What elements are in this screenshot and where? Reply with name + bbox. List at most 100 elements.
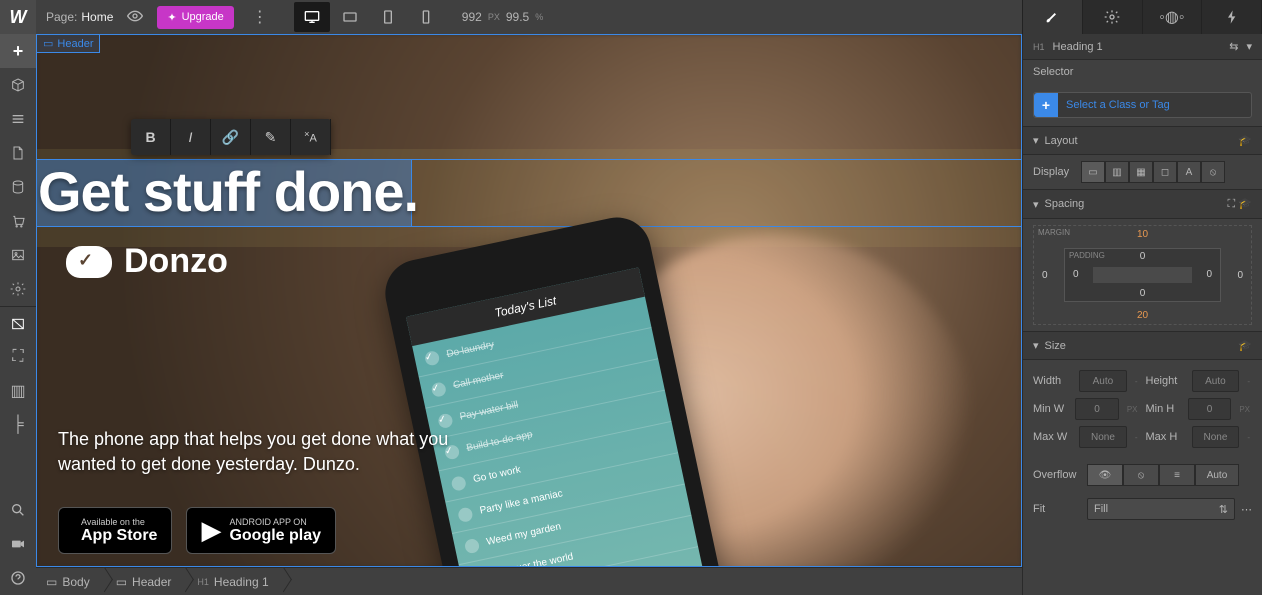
canvas-zoom[interactable]: 99.5 [506,10,529,24]
minh-input[interactable]: 0 [1188,398,1232,420]
text-format-toolbar: B I 🔗 ✎ ×A [131,119,331,155]
display-inline-block[interactable]: ◻ [1153,161,1177,183]
hero-subtitle[interactable]: The phone app that helps you get done wh… [58,427,458,477]
section-label[interactable]: ▭Header [36,34,100,53]
selector-label: Selector [1023,60,1262,84]
navigator-icon[interactable] [0,306,36,340]
overflow-auto[interactable]: Auto [1195,464,1239,486]
hero-heading[interactable]: Get stuff done. [38,159,418,224]
expand-icon[interactable]: ⛶ [1228,198,1236,210]
search-icon[interactable] [0,493,36,527]
app-store-button[interactable]: Available on theApp Store [58,507,172,554]
effects-tab[interactable] [1202,0,1262,34]
crumb-header[interactable]: ▭Header [106,568,188,595]
style-tab[interactable] [1023,0,1083,34]
width-unit: PX [488,12,500,22]
element-indicator[interactable]: H1 Heading 1 ⇆ ▾ [1023,34,1262,60]
add-element-button[interactable]: + [0,34,36,68]
italic-button[interactable]: I [171,119,211,155]
margin-right[interactable]: 0 [1237,270,1243,281]
guides-icon[interactable]: ╞ [0,408,36,442]
display-inline[interactable]: A [1177,161,1201,183]
layout-icon[interactable] [0,102,36,136]
settings-tab[interactable] [1083,0,1143,34]
upgrade-button[interactable]: ✦ Upgrade [157,6,233,29]
play-icon: ▶ [201,515,221,546]
size-section-header[interactable]: ▾Size 🎓 [1023,331,1262,360]
display-none[interactable]: ⦸ [1201,161,1225,183]
assets-icon[interactable] [0,238,36,272]
canvas-width[interactable]: 992 [462,10,482,24]
fit-select[interactable]: Fill⇅ [1087,498,1235,520]
tablet-landscape-breakpoint[interactable] [332,2,368,32]
select-icon[interactable]: ⛶ [0,340,36,374]
spacing-section-header[interactable]: ▾Spacing ⛶ 🎓 [1023,189,1262,219]
margin-top[interactable]: 10 [1137,229,1148,240]
class-selector-input[interactable]: + Select a Class or Tag [1033,92,1252,118]
link-button[interactable]: 🔗 [211,119,251,155]
crumb-body[interactable]: ▭Body [36,568,106,595]
layout-section-header[interactable]: ▾Layout 🎓 [1023,126,1262,155]
inheritance-icon[interactable]: ⇆ [1229,40,1238,53]
webflow-logo[interactable]: W [0,0,36,34]
mobile-breakpoint[interactable] [408,2,444,32]
bold-button[interactable]: B [131,119,171,155]
preview-icon[interactable] [127,8,143,27]
help-icon[interactable] [0,561,36,595]
padding-right[interactable]: 0 [1206,269,1212,280]
maxh-input[interactable]: None [1192,426,1240,448]
store-buttons: Available on theApp Store ▶ ANDROID APP … [58,507,336,554]
grad-cap-icon[interactable]: 🎓 [1238,339,1252,352]
box-icon[interactable] [0,68,36,102]
margin-bottom[interactable]: 20 [1137,310,1148,321]
tablet-portrait-breakpoint[interactable] [370,2,406,32]
padding-bottom[interactable]: 0 [1140,288,1146,299]
margin-left[interactable]: 0 [1042,270,1048,281]
chevron-down-icon[interactable]: ▾ [1246,40,1252,53]
display-label: Display [1033,166,1075,178]
spacing-editor[interactable]: MARGIN 10 0 0 20 PADDING 0 0 0 0 [1033,225,1252,325]
google-play-button[interactable]: ▶ ANDROID APP ONGoogle play [186,507,336,554]
overflow-options: 👁 ⦸ ≡ Auto [1087,464,1239,486]
grid-icon[interactable]: ▥ [0,374,36,408]
overflow-visible[interactable]: 👁 [1087,464,1123,486]
pages-icon[interactable] [0,136,36,170]
bolt-icon: ✦ [167,11,176,24]
cms-icon[interactable] [0,170,36,204]
brush-button[interactable]: ✎ [251,119,291,155]
page-name[interactable]: Home [81,10,113,24]
interactions-tab[interactable]: ◦◍◦ [1143,0,1203,34]
settings-icon[interactable] [0,272,36,306]
ecommerce-icon[interactable] [0,204,36,238]
left-toolbar: + ⛶ ▥ ╞ [0,34,36,595]
desktop-breakpoint[interactable] [294,2,330,32]
display-grid[interactable]: ▦ [1129,161,1153,183]
padding-top[interactable]: 0 [1140,251,1146,262]
breadcrumb: ▭Body ▭Header H1Heading 1 [36,567,1022,595]
more-icon[interactable]: ⋯ [1241,503,1252,516]
maxw-input[interactable]: None [1079,426,1127,448]
brand-name[interactable]: Donzo [124,242,228,281]
video-icon[interactable] [0,527,36,561]
clear-format-button[interactable]: ×A [291,119,331,155]
add-class-icon[interactable]: + [1034,93,1058,117]
grad-cap-icon[interactable]: 🎓 [1238,198,1252,210]
minw-input[interactable]: 0 [1075,398,1119,420]
width-input[interactable]: Auto [1079,370,1127,392]
brand-row: Donzo [66,242,228,281]
cloud-check-icon [66,246,112,278]
display-options: ▭ ▥ ▦ ◻ A ⦸ [1081,161,1225,183]
design-canvas[interactable]: ▭Header B I 🔗 ✎ ×A Get stuff done. Donzo… [36,34,1022,567]
select-chevron-icon: ⇅ [1219,503,1228,516]
crumb-heading[interactable]: H1Heading 1 [187,568,284,595]
height-input[interactable]: Auto [1192,370,1240,392]
display-block[interactable]: ▭ [1081,161,1105,183]
grad-cap-icon[interactable]: 🎓 [1238,134,1252,147]
more-menu-icon[interactable]: ⋮ [252,7,268,27]
overflow-scroll[interactable]: ≡ [1159,464,1195,486]
device-breakpoints [294,2,444,32]
display-flex[interactable]: ▥ [1105,161,1129,183]
overflow-hidden[interactable]: ⦸ [1123,464,1159,486]
padding-left[interactable]: 0 [1073,269,1079,280]
fit-label: Fit [1033,503,1081,515]
